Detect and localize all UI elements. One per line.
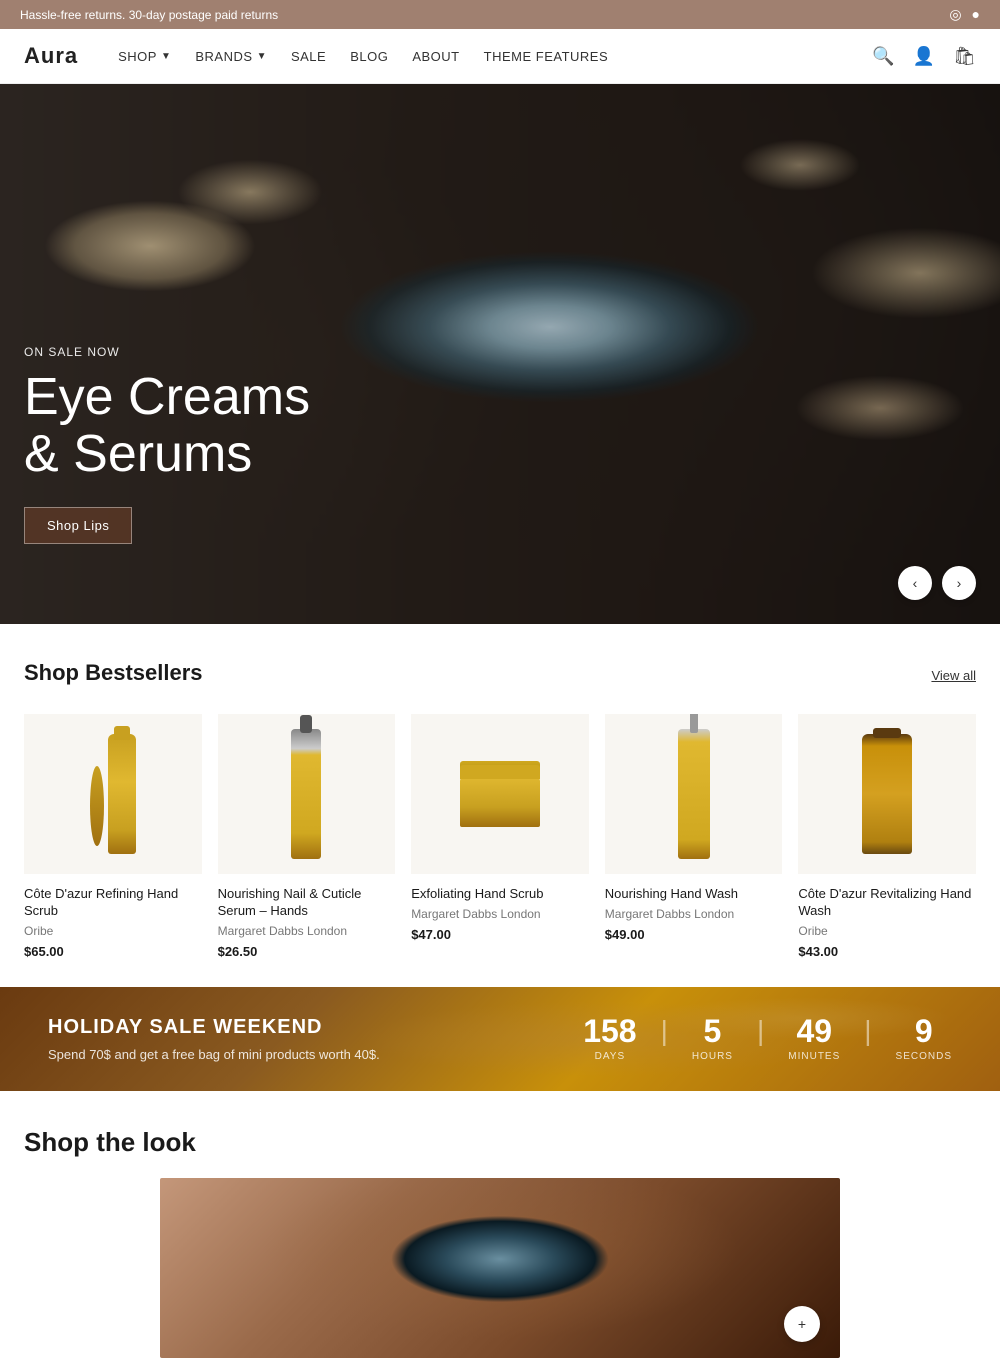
products-grid: Côte D'azur Refining Hand Scrub Oribe $6… bbox=[24, 714, 976, 959]
plus-icon: + bbox=[798, 1316, 806, 1332]
product-image bbox=[862, 734, 912, 854]
hero-tag: ON SALE NOW bbox=[24, 345, 310, 359]
header: Aura SHOP ▼ BRANDS ▼ SALE BLOG ABOUT THE… bbox=[0, 29, 1000, 84]
product-price: $49.00 bbox=[605, 927, 783, 942]
logo[interactable]: Aura bbox=[24, 43, 78, 69]
chevron-down-icon: ▼ bbox=[257, 51, 267, 62]
product-image bbox=[90, 734, 136, 854]
countdown: 158 DAYS | 5 HOURS | 49 MINUTES | 9 SECO… bbox=[583, 1015, 952, 1063]
instagram-icon[interactable]: ◎ bbox=[949, 6, 961, 23]
account-icon[interactable]: 👤 bbox=[913, 46, 935, 67]
product-image-area bbox=[24, 714, 202, 874]
look-eye-detail bbox=[160, 1178, 840, 1358]
product-name: Côte D'azur Revitalizing Hand Wash bbox=[798, 886, 976, 920]
hero-content: ON SALE NOW Eye Creams & Serums Shop Lip… bbox=[24, 345, 310, 544]
search-icon[interactable]: 🔍 bbox=[872, 46, 894, 67]
product-image bbox=[460, 761, 540, 827]
holiday-subtitle: Spend 70$ and get a free bag of mini pro… bbox=[48, 1047, 380, 1062]
product-card[interactable]: Exfoliating Hand Scrub Margaret Dabbs Lo… bbox=[411, 714, 589, 959]
tube-img bbox=[108, 734, 136, 854]
shop-look-title: Shop the look bbox=[24, 1127, 976, 1158]
shop-look-section: Shop the look + bbox=[0, 1091, 1000, 1358]
pump-img bbox=[678, 729, 710, 859]
jar-img bbox=[460, 777, 540, 827]
product-name: Nourishing Hand Wash bbox=[605, 886, 783, 903]
nav: SHOP ▼ BRANDS ▼ SALE BLOG ABOUT THEME FE… bbox=[118, 49, 842, 64]
hero-section: ON SALE NOW Eye Creams & Serums Shop Lip… bbox=[0, 84, 1000, 624]
product-card[interactable]: Nourishing Hand Wash Margaret Dabbs Lond… bbox=[605, 714, 783, 959]
carousel-prev-button[interactable]: ‹ bbox=[898, 566, 932, 600]
nav-item-sale[interactable]: SALE bbox=[291, 49, 326, 64]
nav-item-shop[interactable]: SHOP ▼ bbox=[118, 49, 171, 64]
cart-icon[interactable]: 🛍 bbox=[953, 46, 976, 67]
view-all-link[interactable]: View all bbox=[931, 668, 976, 683]
countdown-hours-number: 5 bbox=[692, 1015, 733, 1047]
product-brand: Oribe bbox=[24, 924, 202, 938]
product-price: $47.00 bbox=[411, 927, 589, 942]
bestsellers-section: Shop Bestsellers View all Côte D'azur Re… bbox=[0, 624, 1000, 987]
product-image-area bbox=[605, 714, 783, 874]
nav-item-blog[interactable]: BLOG bbox=[350, 49, 388, 64]
product-card[interactable]: Nourishing Nail & Cuticle Serum – Hands … bbox=[218, 714, 396, 959]
countdown-days-number: 158 bbox=[583, 1015, 636, 1047]
product-image-area bbox=[218, 714, 396, 874]
holiday-text: HOLIDAY SALE WEEKEND Spend 70$ and get a… bbox=[48, 1016, 380, 1062]
social-icons: ◎ ● bbox=[949, 6, 980, 23]
product-price: $65.00 bbox=[24, 944, 202, 959]
countdown-divider-2: | bbox=[757, 1015, 764, 1047]
holiday-title: HOLIDAY SALE WEEKEND bbox=[48, 1016, 380, 1039]
product-name: Nourishing Nail & Cuticle Serum – Hands bbox=[218, 886, 396, 920]
nav-item-theme-features[interactable]: THEME FEATURES bbox=[484, 49, 609, 64]
section-title: Shop Bestsellers bbox=[24, 660, 203, 686]
countdown-seconds: 9 SECONDS bbox=[896, 1015, 952, 1062]
countdown-divider-1: | bbox=[661, 1015, 668, 1047]
hero-cta-button[interactable]: Shop Lips bbox=[24, 507, 132, 544]
product-card[interactable]: Côte D'azur Refining Hand Scrub Oribe $6… bbox=[24, 714, 202, 959]
product-card[interactable]: Côte D'azur Revitalizing Hand Wash Oribe… bbox=[798, 714, 976, 959]
holiday-banner: HOLIDAY SALE WEEKEND Spend 70$ and get a… bbox=[0, 987, 1000, 1091]
countdown-hours-label: HOURS bbox=[692, 1051, 733, 1062]
product-brand: Margaret Dabbs London bbox=[605, 907, 783, 921]
bottle-img bbox=[291, 729, 321, 859]
countdown-minutes-number: 49 bbox=[788, 1015, 840, 1047]
shop-look-image: + bbox=[160, 1178, 840, 1358]
product-name: Côte D'azur Refining Hand Scrub bbox=[24, 886, 202, 920]
countdown-days-label: DAYS bbox=[583, 1051, 636, 1062]
product-brand: Oribe bbox=[798, 924, 976, 938]
product-image bbox=[678, 729, 710, 859]
product-brand: Margaret Dabbs London bbox=[411, 907, 589, 921]
countdown-days: 158 DAYS bbox=[583, 1015, 636, 1062]
look-action-button[interactable]: + bbox=[784, 1306, 820, 1342]
hero-title: Eye Creams & Serums bbox=[24, 369, 310, 483]
product-image bbox=[291, 729, 321, 859]
facebook-icon[interactable]: ● bbox=[972, 6, 980, 23]
section-header: Shop Bestsellers View all bbox=[24, 660, 976, 686]
product-name: Exfoliating Hand Scrub bbox=[411, 886, 589, 903]
product-image-area bbox=[411, 714, 589, 874]
carousel-next-button[interactable]: › bbox=[942, 566, 976, 600]
countdown-divider-3: | bbox=[864, 1015, 871, 1047]
golden-bottle-img bbox=[862, 734, 912, 854]
product-price: $43.00 bbox=[798, 944, 976, 959]
nav-item-brands[interactable]: BRANDS ▼ bbox=[195, 49, 267, 64]
announcement-text: Hassle-free returns. 30-day postage paid… bbox=[20, 8, 278, 22]
product-brand: Margaret Dabbs London bbox=[218, 924, 396, 938]
countdown-minutes-label: MINUTES bbox=[788, 1051, 840, 1062]
chevron-down-icon: ▼ bbox=[161, 51, 171, 62]
countdown-minutes: 49 MINUTES bbox=[788, 1015, 840, 1062]
announcement-bar: Hassle-free returns. 30-day postage paid… bbox=[0, 0, 1000, 29]
countdown-seconds-number: 9 bbox=[896, 1015, 952, 1047]
product-price: $26.50 bbox=[218, 944, 396, 959]
countdown-hours: 5 HOURS bbox=[692, 1015, 733, 1062]
header-icons: 🔍 👤 🛍 bbox=[872, 46, 976, 67]
nav-item-about[interactable]: ABOUT bbox=[412, 49, 459, 64]
countdown-seconds-label: SECONDS bbox=[896, 1051, 952, 1062]
product-image-area bbox=[798, 714, 976, 874]
